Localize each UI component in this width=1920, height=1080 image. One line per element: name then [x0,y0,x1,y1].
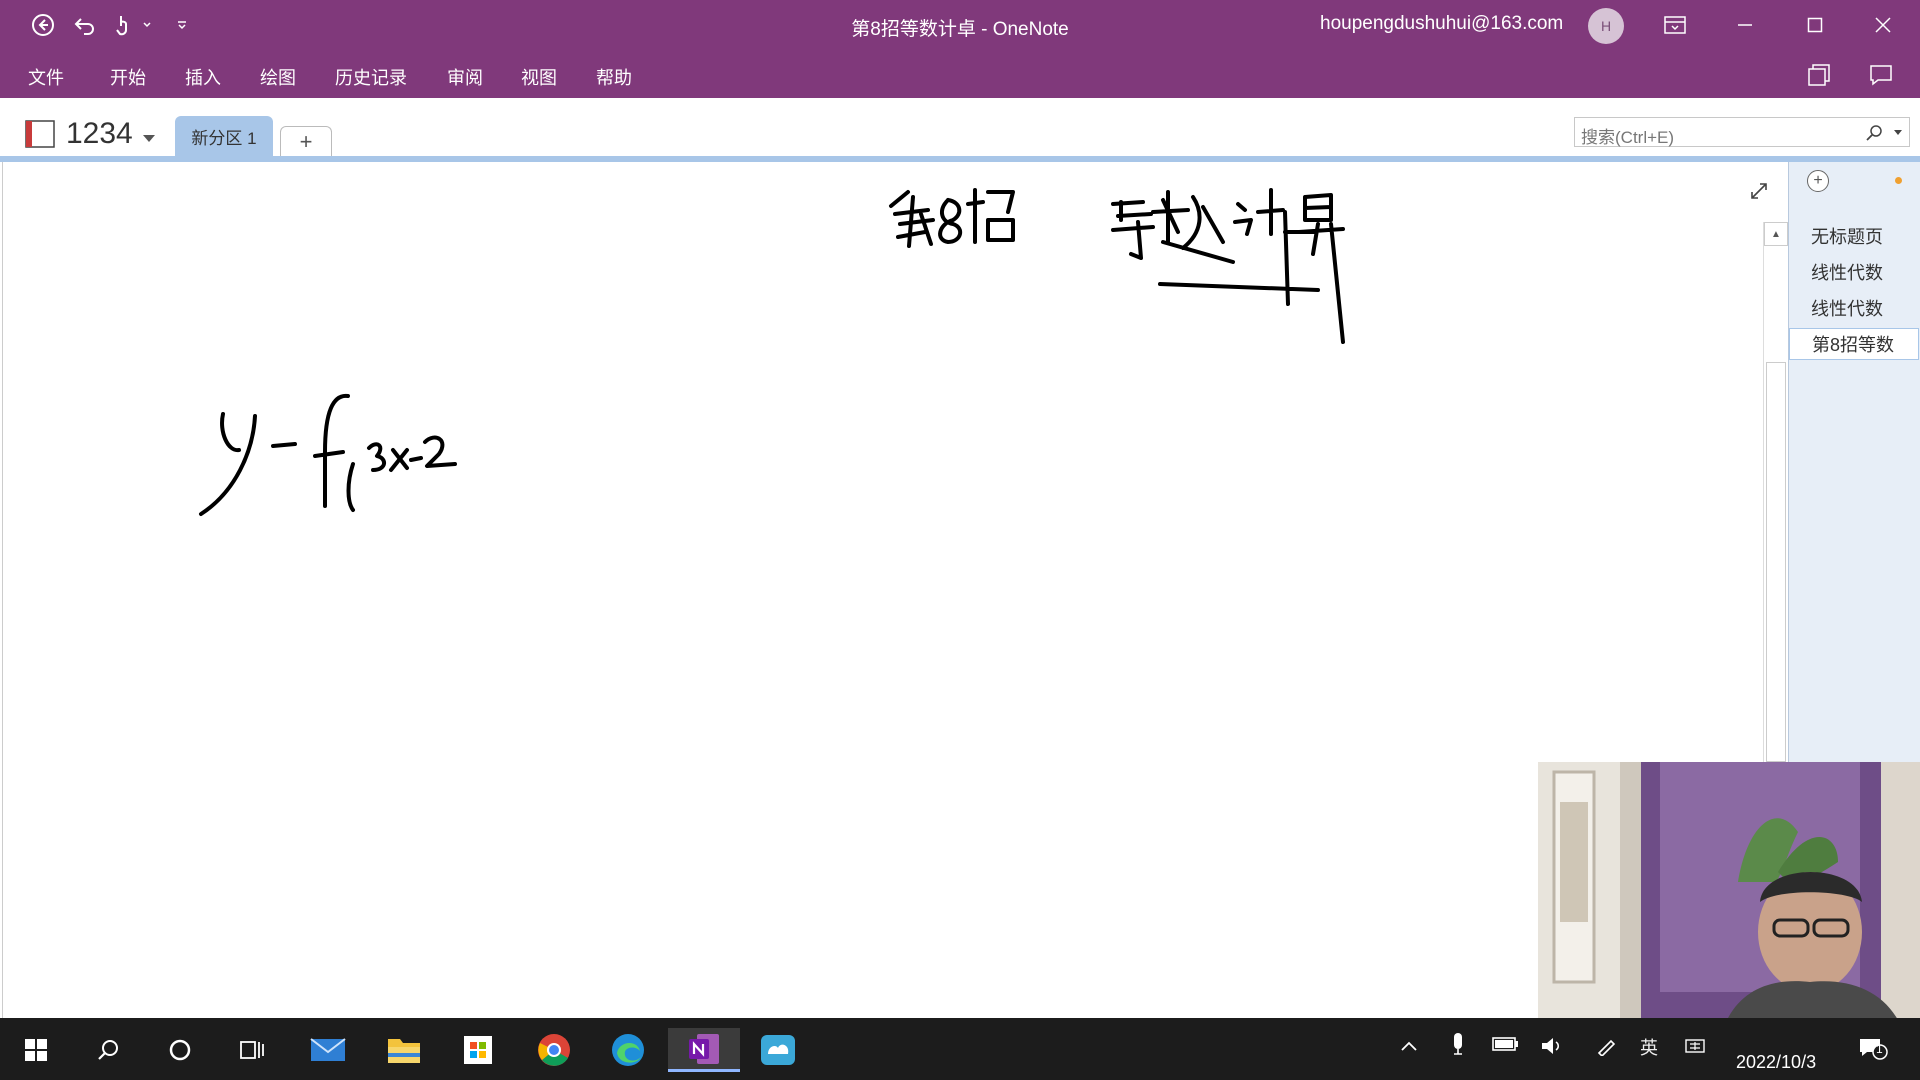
search-input[interactable]: 搜索(Ctrl+E) [1574,117,1910,147]
microphone-icon[interactable] [1450,1032,1466,1061]
menu-review[interactable]: 审阅 [447,64,483,90]
chrome-browser-icon[interactable] [532,1028,576,1072]
scroll-up-icon[interactable]: ▲ [1764,222,1788,246]
search-icon[interactable] [1865,124,1883,142]
system-date[interactable]: 2022/10/3 [1736,1052,1816,1073]
minimize-button[interactable] [1730,10,1760,40]
notification-badge: 1 [1876,1042,1883,1056]
notification-center-icon[interactable]: 1 [1858,1036,1888,1065]
add-section-button[interactable]: + [280,126,332,156]
onenote-app-icon[interactable] [668,1028,740,1072]
avatar[interactable]: H [1588,8,1624,44]
volume-icon[interactable] [1540,1036,1564,1061]
webcam-overlay [1538,762,1920,1048]
notebook-dropdown-icon[interactable] [142,131,156,149]
menu-insert[interactable]: 插入 [185,64,221,90]
unsaved-indicator [1895,177,1902,184]
pen-workspace-icon[interactable] [1596,1036,1618,1061]
comment-icon[interactable] [1868,62,1894,88]
notebook-icon[interactable] [22,120,56,148]
page-item[interactable]: 线性代数 [1789,292,1919,324]
page-view-icon[interactable] [1806,62,1832,88]
ime-mode-icon[interactable] [1684,1036,1706,1061]
search-placeholder: 搜索(Ctrl+E) [1581,128,1675,147]
menu-file[interactable]: 文件 [28,64,64,90]
menu-draw[interactable]: 绘图 [260,64,296,90]
file-explorer-icon[interactable] [382,1028,426,1072]
menu-home[interactable]: 开始 [110,64,146,90]
webcam-feed-image [1538,762,1920,1048]
taskbar: 英 2022/10/3 1 [0,1018,1920,1080]
search-scope-dropdown-icon[interactable] [1893,129,1903,137]
microsoft-store-icon[interactable] [456,1028,500,1072]
page-item[interactable]: 线性代数 [1789,256,1919,288]
tray-chevron-up-icon[interactable] [1400,1036,1418,1057]
add-page-button[interactable]: + [1807,170,1829,192]
cortana-icon[interactable] [158,1028,202,1072]
maximize-button[interactable] [1800,10,1830,40]
battery-icon[interactable] [1492,1036,1520,1057]
menu-history[interactable]: 历史记录 [335,64,407,90]
ink-drawing [199,188,1345,516]
scroll-thumb[interactable] [1766,362,1786,762]
page-canvas[interactable] [2,162,1762,1018]
pages-panel: + 无标题页 线性代数 线性代数 第8招等数 [1788,162,1920,762]
notebook-name[interactable]: 1234 [66,117,133,151]
ribbon-menu-bar: 文件 开始 插入 绘图 历史记录 审阅 视图 帮助 [0,50,1920,98]
task-view-icon[interactable] [230,1028,274,1072]
tab-section-1[interactable]: 新分区 1 [175,116,273,156]
edge-browser-icon[interactable] [606,1028,650,1072]
page-scrollbar[interactable]: ▲ [1763,222,1788,762]
mail-app-icon[interactable] [306,1028,350,1072]
window-title: 第8招等数计卓 - OneNote [851,19,1069,40]
menu-help[interactable]: 帮助 [596,64,632,90]
account-email[interactable]: houpengdushuhui@163.com [1320,13,1563,35]
input-language-indicator[interactable]: 英 [1640,1034,1658,1060]
title-bar: 第8招等数计卓 - OneNote houpengdushuhui@163.co… [0,0,1920,50]
close-button[interactable] [1868,10,1898,40]
search-icon[interactable] [86,1028,130,1072]
page-item-selected[interactable]: 第8招等数 [1789,328,1919,360]
ribbon-display-options-icon[interactable] [1660,10,1690,40]
menu-view[interactable]: 视图 [521,64,557,90]
expand-page-icon[interactable] [1748,180,1772,204]
screen-recorder-icon[interactable] [756,1028,800,1072]
start-windows-icon[interactable] [14,1028,58,1072]
page-item[interactable]: 无标题页 [1789,220,1919,252]
